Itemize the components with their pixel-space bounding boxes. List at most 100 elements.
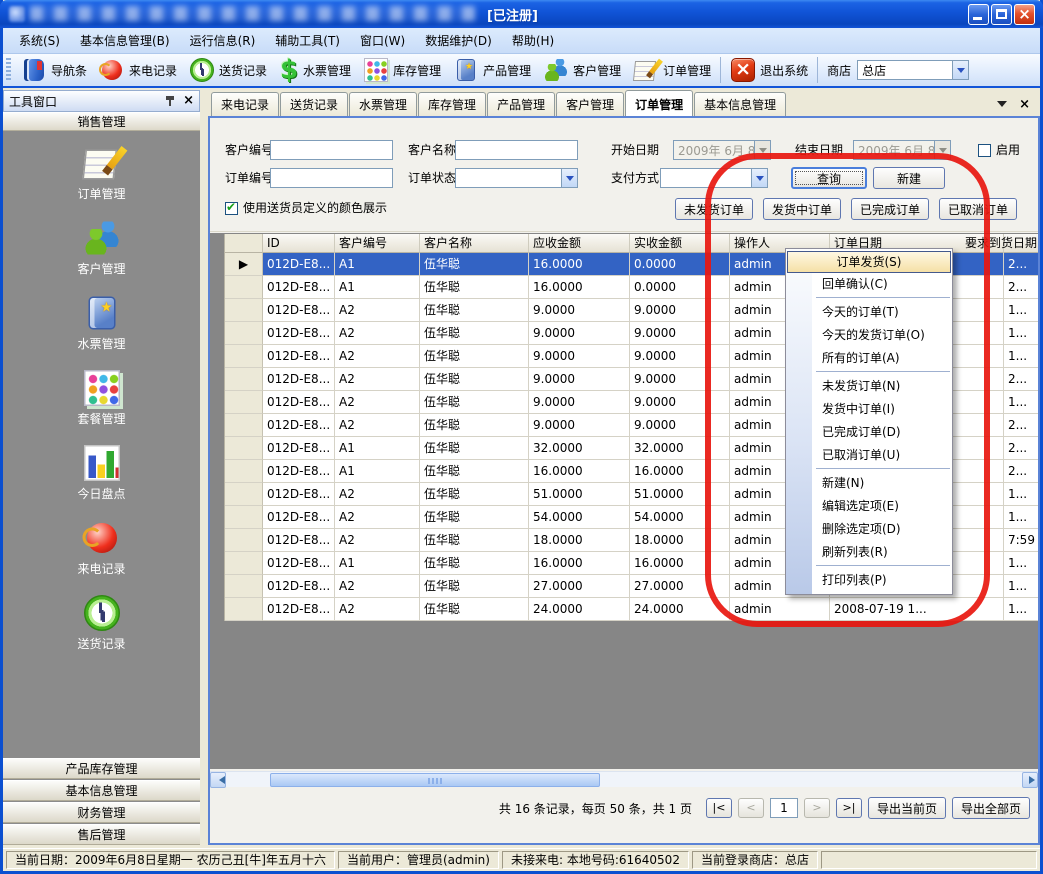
toolbar-button[interactable]: 订单管理 — [627, 55, 717, 85]
sidebar-item[interactable]: 水票管理 — [3, 293, 200, 352]
tab[interactable]: 送货记录 — [280, 92, 348, 116]
context-menu-item[interactable]: 回单确认(C) — [786, 273, 952, 296]
tab[interactable]: 订单管理 — [625, 90, 693, 116]
order-status-filter-button[interactable]: 已完成订单 — [851, 198, 929, 220]
context-menu-item[interactable]: 订单发货(S) — [787, 251, 951, 273]
row-selector-cell[interactable] — [225, 598, 263, 621]
row-selector-cell[interactable] — [225, 414, 263, 437]
row-selector-cell[interactable] — [225, 322, 263, 345]
context-menu-item[interactable]: 刷新列表(R) — [786, 541, 952, 564]
row-selector-cell[interactable] — [225, 506, 263, 529]
row-selector-cell[interactable] — [225, 483, 263, 506]
tab[interactable]: 产品管理 — [487, 92, 555, 116]
context-menu-item[interactable]: 打印列表(P) — [786, 569, 952, 592]
sidebar-item[interactable]: 套餐管理 — [3, 368, 200, 427]
menu-item[interactable]: 窗口(W) — [350, 28, 415, 53]
sidebar-section-header[interactable]: 产品库存管理 — [3, 758, 200, 779]
sidebar-item[interactable]: 送货记录 — [3, 593, 200, 652]
start-date-picker[interactable]: 2009年 6月 8日 — [673, 140, 771, 160]
context-menu-item[interactable]: 今天的发货订单(O) — [786, 324, 952, 347]
maximize-button[interactable] — [991, 4, 1012, 25]
toolbar-button[interactable]: 产品管理 — [447, 55, 537, 85]
minimize-button[interactable] — [968, 4, 989, 25]
tool-window-close-icon[interactable]: × — [183, 95, 194, 107]
order-no-input[interactable] — [270, 168, 393, 188]
first-page-button[interactable]: |< — [706, 798, 732, 818]
row-selector-cell[interactable] — [225, 391, 263, 414]
context-menu-item[interactable]: 新建(N) — [786, 472, 952, 495]
context-menu-item[interactable]: 发货中订单(I) — [786, 398, 952, 421]
sidebar-item[interactable]: 客户管理 — [3, 218, 200, 277]
shop-select[interactable]: 总店 — [857, 60, 969, 80]
menu-item[interactable]: 基本信息管理(B) — [70, 28, 180, 53]
sidebar-section-header[interactable]: 售后管理 — [3, 824, 200, 845]
scrollbar-thumb[interactable] — [270, 773, 600, 787]
table-row[interactable]: 012D-E8... A2 伍华聪 24.0000 24.0000 admin … — [225, 598, 1038, 621]
grid-column-header[interactable]: 要求到货日期 — [1004, 234, 1038, 253]
context-menu-item[interactable] — [816, 371, 950, 374]
toolbar-button[interactable]: 水票管理 — [273, 55, 357, 85]
last-page-button[interactable]: >| — [836, 798, 862, 818]
toolbar-button[interactable]: 导航条 — [15, 55, 93, 85]
exit-system-button[interactable]: 退出系统 — [724, 55, 814, 85]
context-menu-item[interactable]: 已取消订单(U) — [786, 444, 952, 467]
tab[interactable]: 库存管理 — [418, 92, 486, 116]
order-status-filter-button[interactable]: 未发货订单 — [675, 198, 753, 220]
customer-no-input[interactable] — [270, 140, 393, 160]
toolbar-button[interactable]: 库存管理 — [357, 55, 447, 85]
context-menu-item[interactable] — [816, 297, 950, 300]
tab[interactable]: 客户管理 — [556, 92, 624, 116]
grid-column-header[interactable]: 客户名称 — [420, 234, 529, 253]
prev-page-button[interactable]: < — [738, 798, 764, 818]
end-date-picker[interactable]: 2009年 6月 8日 — [853, 140, 951, 160]
toolbar-button[interactable]: 送货记录 — [183, 55, 273, 85]
row-selector-cell[interactable] — [225, 345, 263, 368]
scroll-left-arrow-icon[interactable] — [210, 772, 226, 788]
query-button[interactable]: 查询 — [791, 167, 867, 189]
chevron-down-icon[interactable] — [751, 169, 767, 187]
context-menu-item[interactable] — [816, 565, 950, 568]
menu-item[interactable]: 辅助工具(T) — [265, 28, 350, 53]
menu-item[interactable]: 运行信息(R) — [180, 28, 266, 53]
context-menu-item[interactable]: 编辑选定项(E) — [786, 495, 952, 518]
row-selector-cell[interactable] — [225, 276, 263, 299]
row-selector-cell[interactable] — [225, 368, 263, 391]
row-selector-cell[interactable]: ▶ — [225, 253, 263, 276]
order-status-filter-button[interactable]: 发货中订单 — [763, 198, 841, 220]
tab[interactable]: 来电记录 — [211, 92, 279, 116]
next-page-button[interactable]: > — [804, 798, 830, 818]
row-selector-cell[interactable] — [225, 552, 263, 575]
scroll-right-arrow-icon[interactable] — [1022, 772, 1038, 788]
page-number-input[interactable] — [770, 798, 798, 818]
tab[interactable]: 水票管理 — [349, 92, 417, 116]
order-status-filter-button[interactable]: 已取消订单 — [939, 198, 1017, 220]
sidebar-section-header[interactable]: 财务管理 — [3, 802, 200, 823]
close-button[interactable]: × — [1014, 4, 1035, 25]
menu-item[interactable]: 系统(S) — [9, 28, 70, 53]
context-menu-item[interactable]: 已完成订单(D) — [786, 421, 952, 444]
horizontal-scrollbar[interactable] — [210, 771, 1038, 787]
row-selector-cell[interactable] — [225, 529, 263, 552]
export-current-page-button[interactable]: 导出当前页 — [868, 797, 946, 819]
grid-column-header[interactable] — [225, 234, 263, 253]
grid-column-header[interactable]: 实收金额 — [630, 234, 730, 253]
pin-icon[interactable] — [165, 95, 175, 107]
context-menu-item[interactable] — [816, 468, 950, 471]
context-menu-item[interactable]: 今天的订单(T) — [786, 301, 952, 324]
context-menu-item[interactable]: 未发货订单(N) — [786, 375, 952, 398]
enable-checkbox[interactable] — [978, 144, 991, 157]
sidebar-item[interactable]: 今日盘点 — [3, 443, 200, 502]
new-button[interactable]: 新建 — [873, 167, 945, 189]
order-status-select[interactable] — [455, 168, 578, 188]
chevron-down-icon[interactable] — [561, 169, 577, 187]
grid-column-header[interactable]: 客户编号 — [335, 234, 420, 253]
row-selector-cell[interactable] — [225, 299, 263, 322]
sidebar-section-sales[interactable]: 销售管理 — [3, 112, 200, 131]
context-menu-item[interactable]: 所有的订单(A) — [786, 347, 952, 370]
row-selector-cell[interactable] — [225, 437, 263, 460]
toolbar-button[interactable]: 客户管理 — [537, 55, 627, 85]
tab-list-chevron-down-icon[interactable] — [997, 101, 1007, 112]
context-menu-item[interactable]: 删除选定项(D) — [786, 518, 952, 541]
toolbar-button[interactable]: 来电记录 — [93, 55, 183, 85]
export-all-pages-button[interactable]: 导出全部页 — [952, 797, 1030, 819]
